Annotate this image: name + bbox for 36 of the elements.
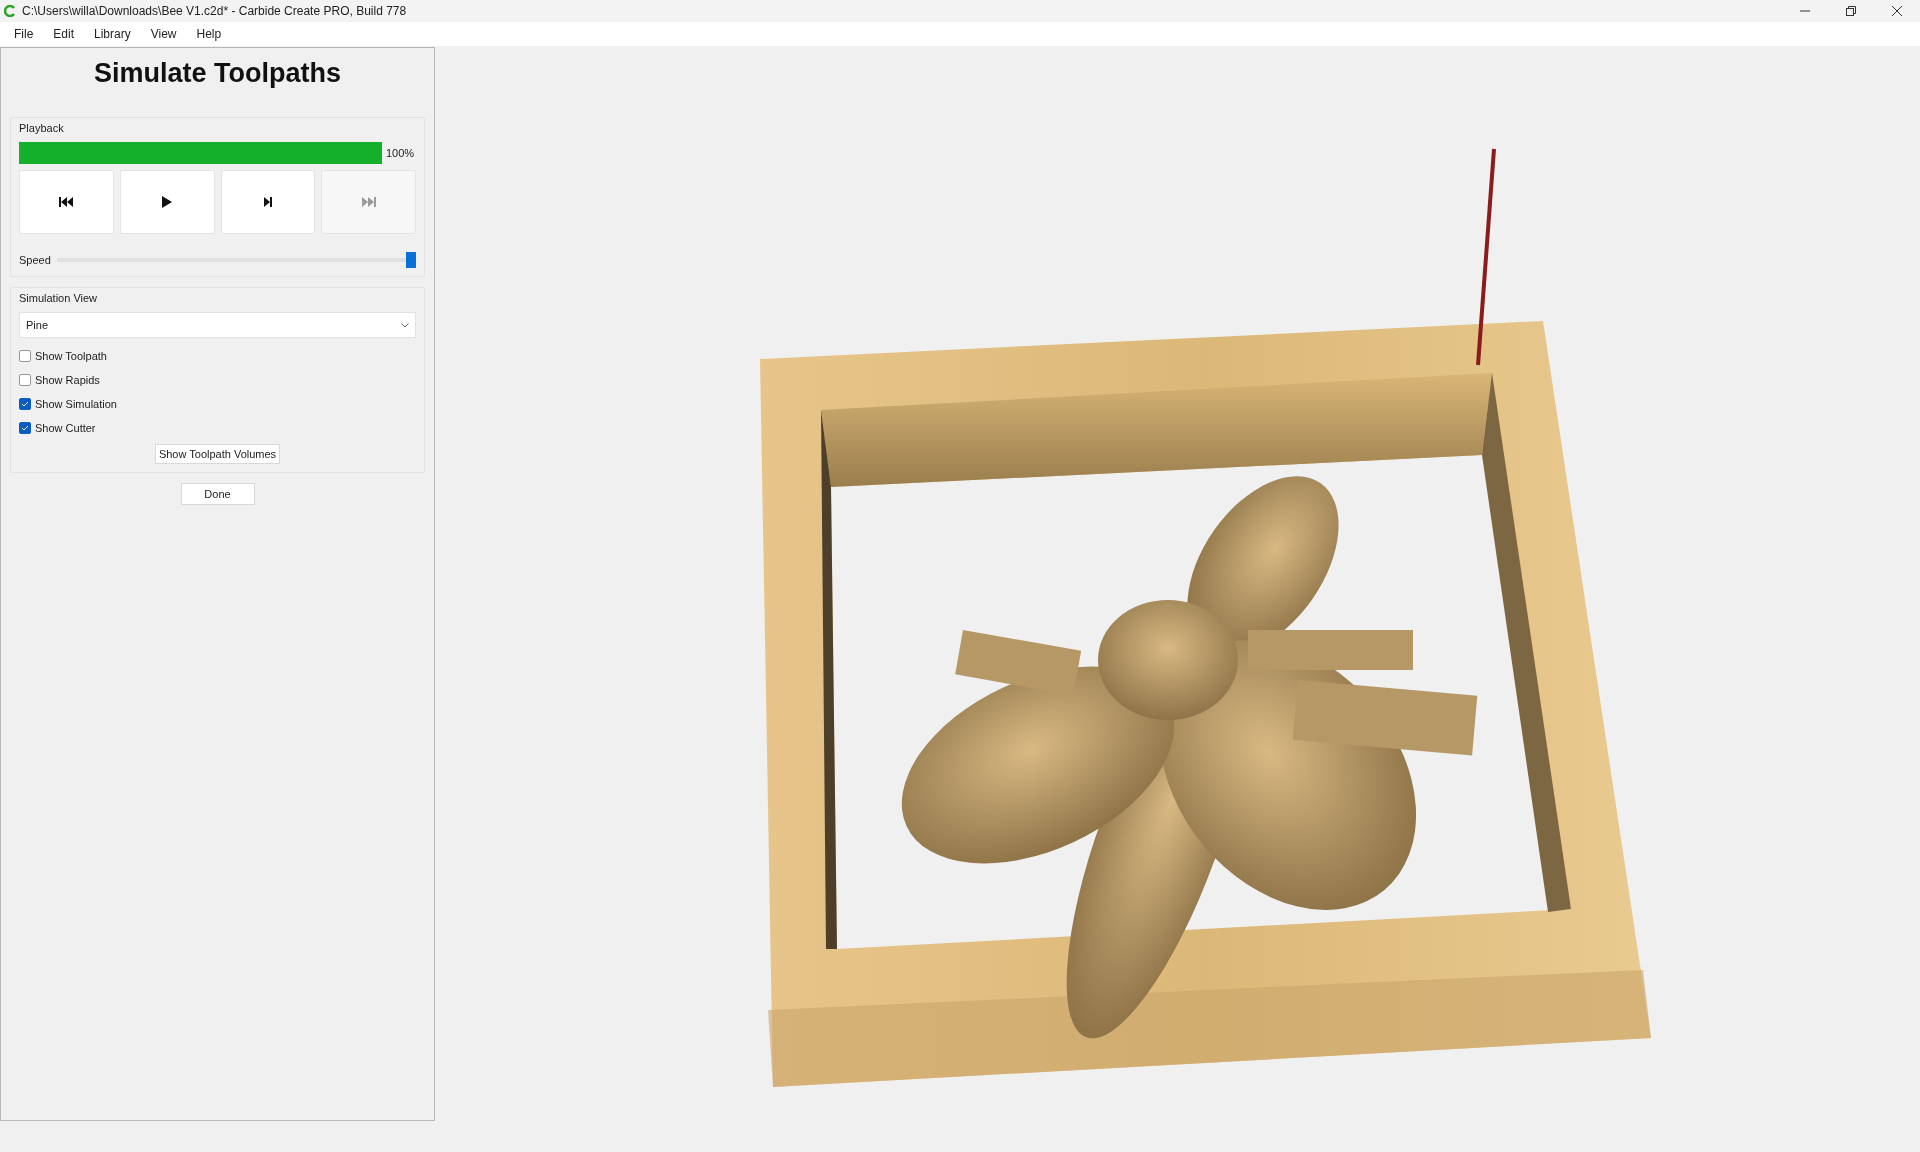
playback-button[interactable] bbox=[220, 170, 316, 234]
window-title: C:\Users\willa\Downloads\Bee V1.c2d* - Carbide Create PRO, Build 778 bbox=[22, 4, 408, 18]
close-icon bbox=[1892, 6, 1902, 16]
progress-reading: 100% bbox=[386, 147, 416, 159]
checkbox-label: Show Rapids bbox=[35, 374, 100, 386]
skip-forward-icon bbox=[360, 196, 377, 208]
playback-button[interactable] bbox=[19, 170, 114, 234]
menu-item[interactable]: Help bbox=[188, 25, 230, 43]
group-label: Playback bbox=[19, 122, 65, 134]
restore-icon bbox=[1846, 6, 1856, 16]
menu-item[interactable]: View bbox=[142, 25, 185, 43]
checkbox-label: Show Cutter bbox=[35, 422, 96, 434]
step-forward-icon bbox=[262, 196, 273, 208]
show-volumes-button[interactable]: Show Toolpath Volumes bbox=[154, 444, 281, 464]
checkbox-label: Show Simulation bbox=[35, 398, 117, 410]
menu-item[interactable]: Edit bbox=[45, 25, 83, 43]
checkbox[interactable] bbox=[19, 398, 31, 410]
check-icon bbox=[21, 401, 29, 407]
app-logo-icon bbox=[4, 5, 16, 17]
slider-thumb[interactable] bbox=[406, 252, 416, 268]
check-icon bbox=[21, 425, 29, 431]
menu-item[interactable]: Library bbox=[86, 25, 139, 43]
playback-button[interactable] bbox=[119, 170, 215, 234]
checkbox[interactable] bbox=[19, 374, 31, 386]
speed-label: Speed bbox=[19, 254, 51, 266]
play-icon bbox=[161, 195, 174, 209]
material-dropdown[interactable]: Pine bbox=[19, 312, 416, 338]
chevron-down-icon bbox=[401, 322, 409, 328]
skip-back-icon bbox=[58, 196, 75, 208]
checkbox[interactable] bbox=[19, 422, 31, 434]
checkbox[interactable] bbox=[19, 350, 31, 362]
done-button[interactable]: Done bbox=[180, 483, 255, 505]
menu-item[interactable]: File bbox=[6, 25, 42, 43]
checkbox-label: Show Toolpath bbox=[35, 350, 107, 362]
group-label: Simulation View bbox=[19, 292, 99, 304]
panel-title: Simulate Toolpaths bbox=[93, 58, 342, 89]
